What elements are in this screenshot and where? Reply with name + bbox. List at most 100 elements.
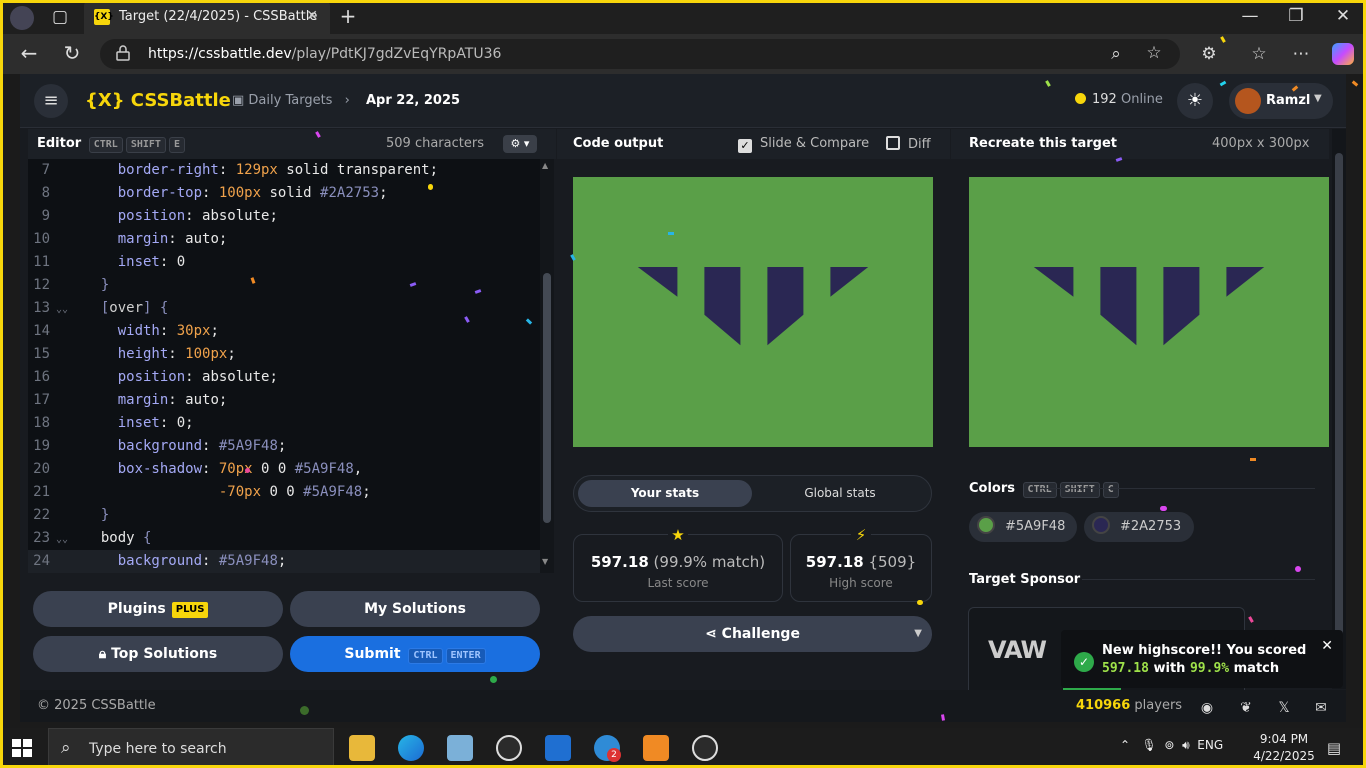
url-field[interactable]: https://cssbattle.dev/play/PdtKJ7gdZvEqY…: [100, 39, 1180, 69]
checkbox-unchecked-icon[interactable]: [886, 136, 900, 150]
lock-icon[interactable]: [116, 45, 130, 61]
browser-tab[interactable]: {X} Target (22/4/2025) - CSSBattle ✕: [84, 0, 330, 34]
my-solutions-button[interactable]: My Solutions: [290, 591, 540, 627]
code-token: position: [84, 369, 186, 385]
code-line[interactable]: 8 border-top: 100px solid #2A2753;: [28, 182, 540, 205]
plugins-button[interactable]: Plugins PLUS: [33, 591, 283, 627]
reload-button[interactable]: ↻: [61, 43, 83, 63]
divider: [1082, 579, 1315, 580]
toast-line2: 597.18 with 99.9% match: [1102, 661, 1280, 676]
obs-icon[interactable]: [692, 735, 718, 761]
cssbattle-logo[interactable]: {X} CSSBattle: [85, 90, 231, 111]
scrollbar-thumb[interactable]: [1335, 153, 1343, 683]
breadcrumb-daily-targets[interactable]: ▣ Daily Targets ›: [232, 93, 350, 108]
profile-avatar-icon[interactable]: [10, 6, 34, 30]
slide-compare-toggle[interactable]: ✓ Slide & Compare: [738, 136, 869, 153]
close-tab-icon[interactable]: ✕: [306, 8, 318, 24]
code-line[interactable]: 21 -70px 0 0 #5A9F48;: [28, 481, 540, 504]
zoom-icon[interactable]: ⌕: [1106, 44, 1126, 64]
code-line[interactable]: 12 }: [28, 274, 540, 297]
code-line[interactable]: 24 background: #5A9F48;: [28, 550, 540, 573]
notes-app-icon[interactable]: [447, 735, 473, 761]
code-token: over: [109, 300, 144, 316]
vscode-icon[interactable]: [545, 735, 571, 761]
code-line[interactable]: 9 position: absolute;: [28, 205, 540, 228]
chatgpt-icon[interactable]: [496, 735, 522, 761]
more-menu-icon[interactable]: ⋯: [1290, 44, 1312, 64]
theme-toggle-button[interactable]: ☀: [1177, 83, 1213, 119]
fold-chevron-icon[interactable]: ⌄⌄: [56, 298, 84, 321]
code-line[interactable]: 14 width: 30px;: [28, 320, 540, 343]
close-toast-icon[interactable]: ✕: [1321, 638, 1333, 654]
fold-chevron-icon[interactable]: ⌄⌄: [56, 528, 84, 551]
code-line[interactable]: 16 position: absolute;: [28, 366, 540, 389]
challenge-button[interactable]: ⋖ Challenge ▼: [573, 616, 932, 652]
maximize-button[interactable]: ❐: [1286, 6, 1306, 26]
tab-global-stats[interactable]: Global stats: [760, 480, 920, 507]
tab-your-stats[interactable]: Your stats: [578, 480, 752, 507]
code-line[interactable]: 10 margin: auto;: [28, 228, 540, 251]
chevron-down-icon[interactable]: ▼: [914, 616, 922, 652]
windows-start-icon[interactable]: [12, 739, 32, 757]
color-swatch-green[interactable]: #5A9F48: [969, 512, 1077, 542]
editor-scrollbar[interactable]: ▲ ▼: [540, 159, 554, 573]
search-icon: ⌕: [61, 738, 71, 758]
volume-icon[interactable]: 🔊︎: [1182, 738, 1190, 752]
code-line[interactable]: 13 ⌄⌄ [over] {: [28, 297, 540, 320]
page-scrollbar[interactable]: [1332, 129, 1346, 689]
editor-title: Editor CTRL SHIFT E: [37, 136, 185, 153]
top-solutions-button[interactable]: 🔒︎ Top Solutions: [33, 636, 283, 672]
submit-button[interactable]: Submit CTRL ENTER: [290, 636, 540, 672]
notifications-icon[interactable]: ▤: [1324, 738, 1344, 758]
code-line[interactable]: 11 inset: 0: [28, 251, 540, 274]
minimize-button[interactable]: —: [1240, 6, 1260, 26]
tab-actions-icon[interactable]: ▢: [50, 7, 70, 27]
extensions-icon[interactable]: ⚙: [1198, 44, 1220, 64]
target-image[interactable]: [969, 177, 1329, 447]
sponsor-logo[interactable]: VAW: [988, 636, 1047, 664]
menu-button[interactable]: ≡: [34, 84, 68, 118]
close-window-button[interactable]: ✕: [1333, 6, 1353, 26]
code-line[interactable]: 19 background: #5A9F48;: [28, 435, 540, 458]
code-line[interactable]: 7 border-right: 129px solid transparent;: [28, 159, 540, 182]
code-editor[interactable]: 7 border-right: 129px solid transparent;…: [28, 159, 540, 573]
scroll-down-icon[interactable]: ▼: [542, 557, 548, 566]
copilot-icon[interactable]: [1332, 43, 1354, 65]
code-line[interactable]: 17 margin: auto;: [28, 389, 540, 412]
editor-settings-gear-icon[interactable]: ⚙ ▾: [503, 135, 537, 153]
chevron-up-icon[interactable]: ⌃: [1120, 738, 1130, 752]
high-score-chars: {509}: [868, 553, 917, 571]
code-line[interactable]: 15 height: 100px;: [28, 343, 540, 366]
file-explorer-icon[interactable]: [349, 735, 375, 761]
code-line[interactable]: 22 }: [28, 504, 540, 527]
system-tray[interactable]: ⌃ 🎙︎ ⊚ 🔊︎ ENG: [1120, 738, 1223, 753]
code-token: ] {: [143, 300, 169, 316]
scroll-up-icon[interactable]: ▲: [542, 161, 548, 170]
mail-icon[interactable]: ✉: [1311, 698, 1331, 718]
new-tab-button[interactable]: +: [338, 6, 358, 28]
color-swatch-purple[interactable]: #2A2753: [1084, 512, 1194, 542]
user-menu[interactable]: Ramzl ▼: [1229, 83, 1333, 119]
checkbox-checked-icon[interactable]: ✓: [738, 139, 752, 153]
back-button[interactable]: ←: [18, 43, 40, 63]
diff-toggle[interactable]: Diff: [886, 136, 931, 152]
microphone-icon[interactable]: 🎙︎: [1142, 738, 1157, 752]
scrollbar-thumb[interactable]: [543, 273, 551, 523]
code-line[interactable]: 20 box-shadow: 70px 0 0 #5A9F48,: [28, 458, 540, 481]
taskbar-search[interactable]: ⌕ Type here to search: [48, 728, 334, 768]
code-output-canvas[interactable]: [573, 177, 933, 447]
bluesky-icon[interactable]: ❦: [1236, 698, 1256, 718]
favorites-icon[interactable]: ☆: [1248, 44, 1270, 64]
x-twitter-icon[interactable]: 𝕏: [1274, 698, 1294, 718]
code-token: border-right: [84, 162, 219, 178]
code-line[interactable]: 18 inset: 0;: [28, 412, 540, 435]
code-line[interactable]: 23 ⌄⌄ body {: [28, 527, 540, 550]
discord-icon[interactable]: ◉: [1197, 698, 1217, 718]
xampp-icon[interactable]: [643, 735, 669, 761]
clock[interactable]: 9:04 PM 4/22/2025: [1252, 731, 1316, 765]
network-icon[interactable]: ⊚: [1164, 738, 1174, 752]
code-token: : auto;: [168, 231, 228, 247]
language-indicator[interactable]: ENG: [1197, 738, 1223, 752]
favorite-star-icon[interactable]: ☆: [1144, 43, 1164, 63]
edge-browser-icon[interactable]: [398, 735, 424, 761]
